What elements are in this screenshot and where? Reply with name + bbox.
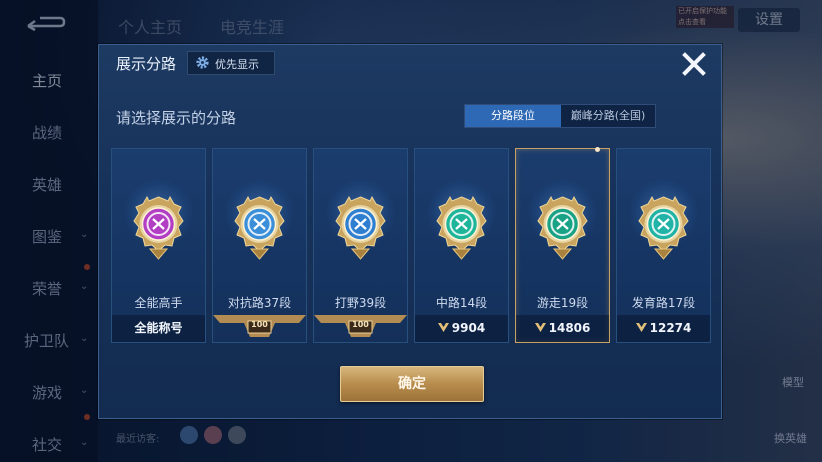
power-icon xyxy=(437,323,449,332)
rank-badge-value: 100 xyxy=(352,320,369,329)
power-icon xyxy=(534,323,546,332)
tab-peak-lane[interactable]: 巅峰分路(全国) xyxy=(561,105,655,127)
confirm-button[interactable]: 确定 xyxy=(340,366,484,402)
lane-card[interactable]: 对抗路37段 100 xyxy=(212,148,307,343)
farm-lane-emblem-icon xyxy=(638,195,689,260)
power-score: 14806 xyxy=(548,321,591,335)
jungle-emblem-icon xyxy=(335,195,386,260)
lane-card-name: 全能高手 xyxy=(134,296,183,310)
lane-card-name: 打野39段 xyxy=(334,296,387,310)
lane-card-footer: 14806 xyxy=(516,315,609,342)
lane-card-name: 游走19段 xyxy=(536,296,589,310)
gear-icon xyxy=(196,56,209,69)
lane-card-footer: 12274 xyxy=(617,315,710,342)
lane-card-name: 发育路17段 xyxy=(631,296,696,310)
mid-lane-emblem-icon xyxy=(436,195,487,260)
lane-card-footer: 全能称号 xyxy=(112,315,205,342)
clash-lane-emblem-icon xyxy=(234,195,285,260)
power-icon xyxy=(635,323,647,332)
dialog-subtitle: 请选择展示的分路 xyxy=(116,109,237,127)
title-label: 全能称号 xyxy=(134,321,183,335)
priority-display-label: 优先显示 xyxy=(215,58,259,71)
roam-emblem-icon xyxy=(537,195,588,260)
power-score: 9904 xyxy=(451,321,486,335)
lane-card[interactable]: 打野39段 100 xyxy=(313,148,408,343)
all-round-emblem-icon xyxy=(133,195,184,260)
lane-card[interactable]: 发育路17段 12274 xyxy=(616,148,711,343)
lane-card[interactable]: 游走19段 14806 xyxy=(515,147,610,343)
power-score: 12274 xyxy=(649,321,692,335)
dialog-title: 展示分路 xyxy=(116,55,177,73)
lane-view-toggle: 分路段位 巅峰分路(全国) xyxy=(464,104,656,128)
lane-card-name: 对抗路37段 xyxy=(227,296,292,310)
selected-marker xyxy=(595,147,600,152)
lane-card-footer: 9904 xyxy=(415,315,508,342)
tab-lane-rank[interactable]: 分路段位 xyxy=(465,105,561,127)
priority-display-button[interactable]: 优先显示 xyxy=(187,51,275,75)
lane-card[interactable]: 中路14段 9904 xyxy=(414,148,509,343)
lane-display-dialog: 展示分路 优先显示 请选择展示的分路 分路段位 巅峰分路(全国) 全能高手全能称… xyxy=(98,44,722,419)
rank-badge-value: 100 xyxy=(251,320,268,329)
confirm-label: 确定 xyxy=(398,376,426,392)
lane-card[interactable]: 全能高手 全能称号 xyxy=(111,148,206,343)
lane-card-name: 中路14段 xyxy=(435,296,488,310)
close-icon[interactable] xyxy=(679,49,709,79)
